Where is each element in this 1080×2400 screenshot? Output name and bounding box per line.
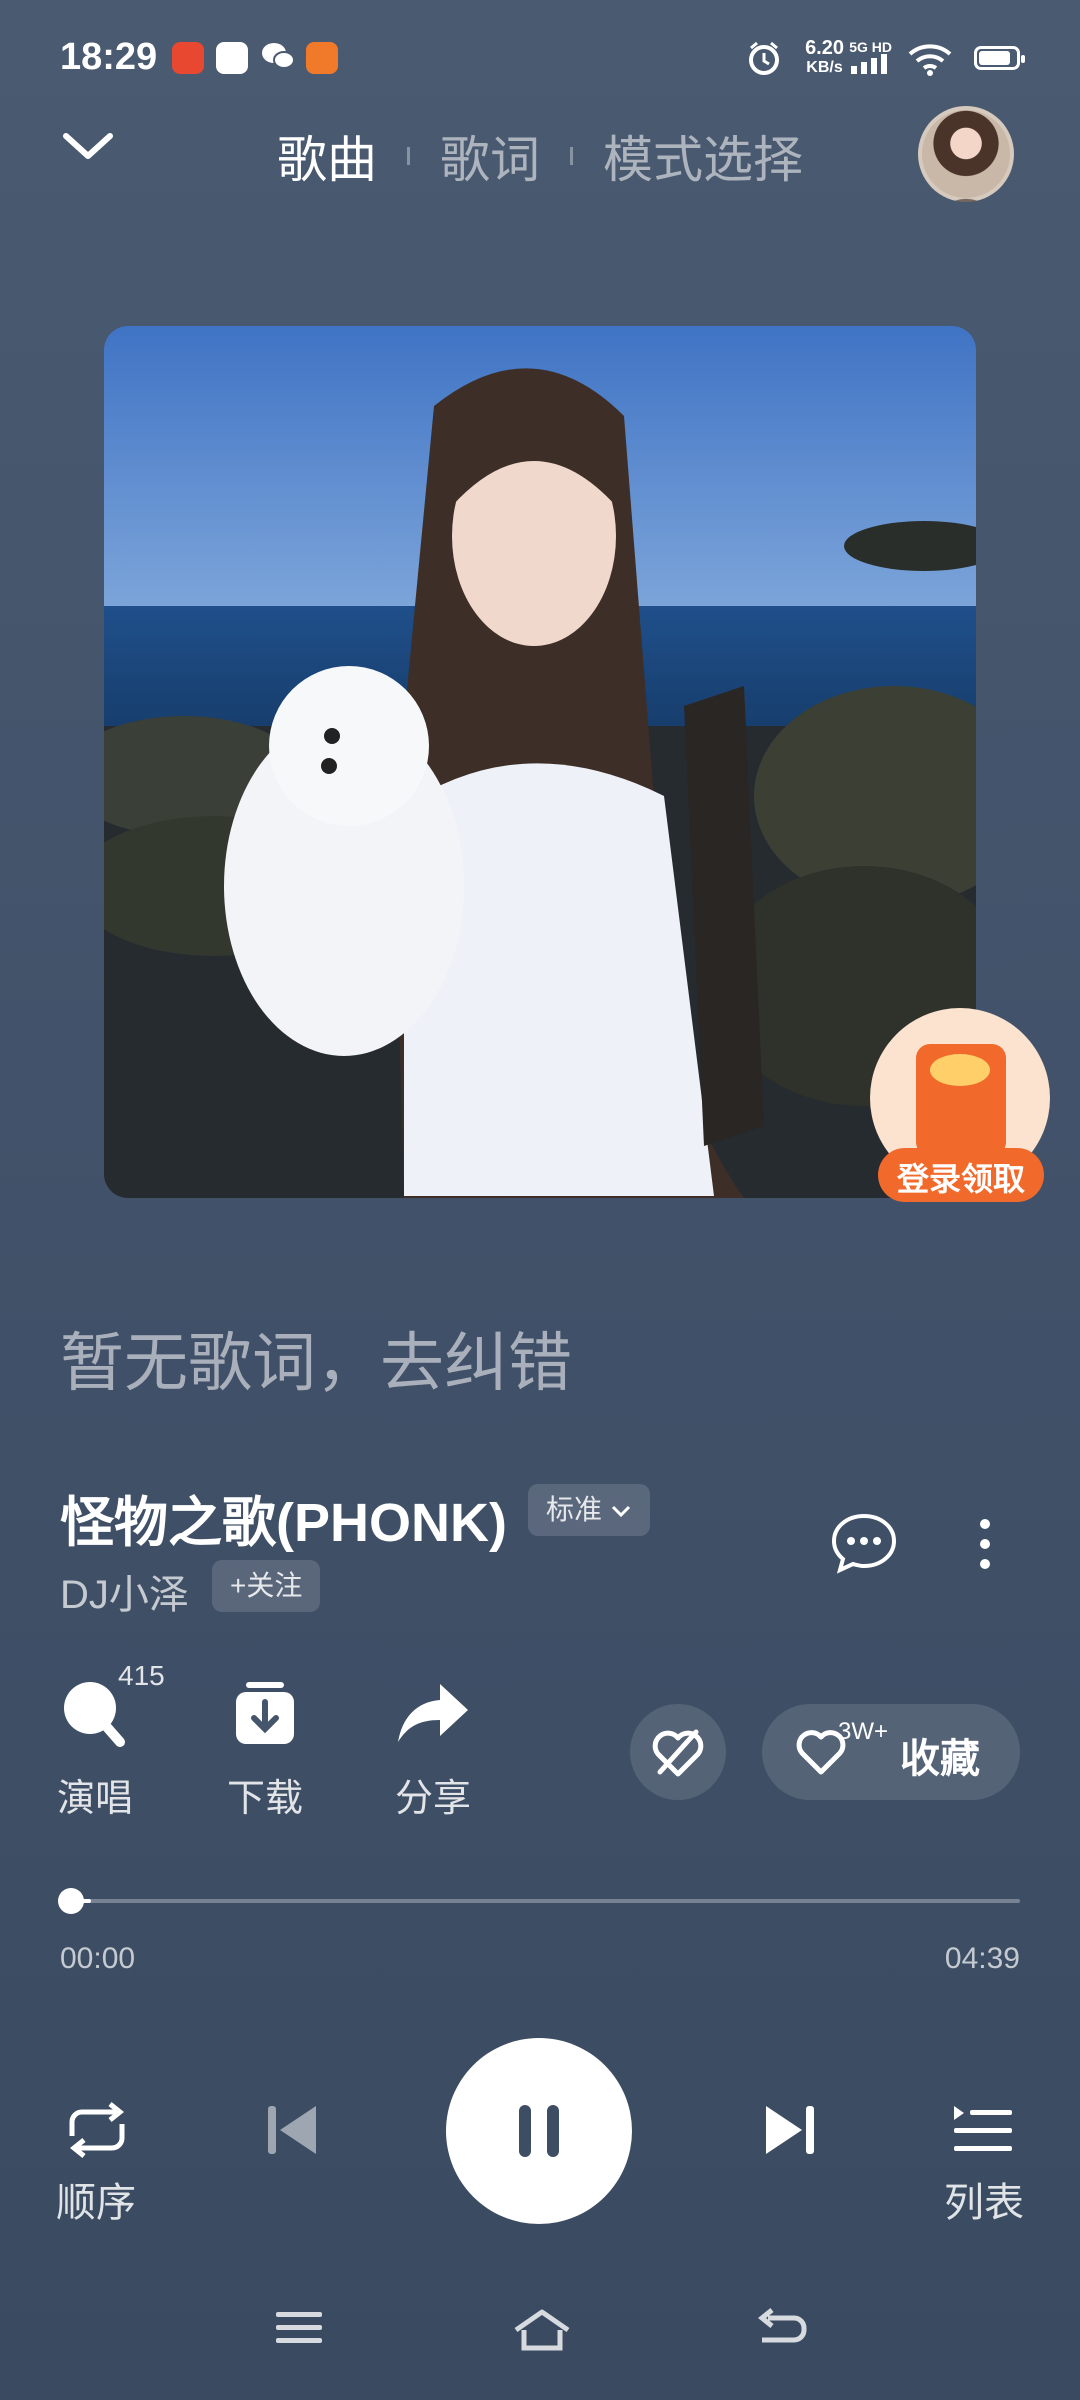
back-icon <box>757 2308 807 2343</box>
skip-next-icon <box>766 2106 814 2154</box>
comment-icon <box>831 1513 897 1574</box>
menu-icon <box>276 2312 322 2343</box>
menu-nav-button[interactable] <box>274 2308 324 2353</box>
quality-selector[interactable]: 标准 <box>528 1484 650 1536</box>
back-nav-button[interactable] <box>754 2308 808 2357</box>
comment-button[interactable] <box>830 1512 898 1574</box>
artist-name[interactable]: DJ小泽 <box>60 1562 189 1620</box>
sing-label: 演唱 <box>56 1778 133 1820</box>
more-options-button[interactable] <box>970 1514 1000 1574</box>
current-time: 00:00 <box>60 1942 136 1975</box>
previous-button[interactable] <box>262 2100 322 2165</box>
sing-button[interactable]: 演唱 <box>30 1680 160 1822</box>
collect-count: 3W+ <box>838 1718 889 1745</box>
tab-lyrics[interactable]: 歌词 <box>410 120 570 192</box>
chevron-down-icon <box>610 1494 632 1525</box>
status-time: 18:29 <box>60 36 158 78</box>
battery-icon <box>974 46 1025 70</box>
progress-track[interactable] <box>72 1899 1020 1903</box>
play-mode-label: 顺序 <box>56 2181 136 2225</box>
progress-thumb[interactable] <box>58 1888 84 1914</box>
share-button[interactable]: 分享 <box>368 1680 498 1822</box>
wifi-icon <box>908 42 952 81</box>
skip-previous-icon <box>268 2106 316 2154</box>
collect-label: 收藏 <box>900 1737 980 1781</box>
no-lyrics-correction-link[interactable]: 暂无歌词，去纠错 <box>60 1312 572 1404</box>
alarm-icon <box>746 40 782 81</box>
avatar[interactable] <box>918 106 1014 202</box>
quality-label: 标准 <box>546 1494 603 1525</box>
signal-indicator: 5G HD <box>849 40 892 79</box>
album-cover[interactable] <box>104 326 976 1198</box>
follow-button[interactable]: +关注 <box>212 1560 321 1612</box>
more-vertical-icon <box>980 1519 990 1569</box>
heart-off-icon <box>652 1729 704 1777</box>
play-mode-button[interactable] <box>62 2100 132 2165</box>
dislike-button[interactable] <box>630 1704 726 1800</box>
song-title: 怪物之歌(PHONK) <box>60 1493 507 1553</box>
pause-icon <box>519 2105 559 2157</box>
total-time: 04:39 <box>944 1942 1020 1975</box>
app-notification-icon <box>306 42 338 74</box>
app-notification-icon <box>172 42 204 74</box>
playlist-label: 列表 <box>944 2181 1024 2225</box>
playlist-icon <box>954 2106 1012 2151</box>
mail-notification-icon <box>216 42 248 74</box>
download-label: 下载 <box>226 1778 303 1820</box>
share-label: 分享 <box>394 1778 471 1820</box>
repeat-icon <box>69 2102 125 2158</box>
playlist-button[interactable] <box>950 2102 1014 2161</box>
tab-song[interactable]: 歌曲 <box>247 120 407 192</box>
promo-label: 登录领取 <box>896 1161 1025 1197</box>
home-nav-button[interactable] <box>512 2308 572 2357</box>
home-icon <box>514 2309 570 2351</box>
download-icon <box>236 1682 294 1744</box>
microphone-icon <box>64 1682 125 1747</box>
login-reward-promo[interactable]: 登录领取 <box>870 1008 1050 1202</box>
pause-button[interactable] <box>446 2038 632 2224</box>
collect-button[interactable] <box>762 1704 1020 1800</box>
share-icon <box>398 1684 468 1742</box>
tab-mode-select[interactable]: 模式选择 <box>573 120 833 192</box>
download-button[interactable]: 下载 <box>200 1680 330 1822</box>
next-button[interactable] <box>760 2100 820 2165</box>
net-speed: 6.20 KB/s <box>805 37 844 76</box>
wechat-notification-icon <box>260 40 296 77</box>
